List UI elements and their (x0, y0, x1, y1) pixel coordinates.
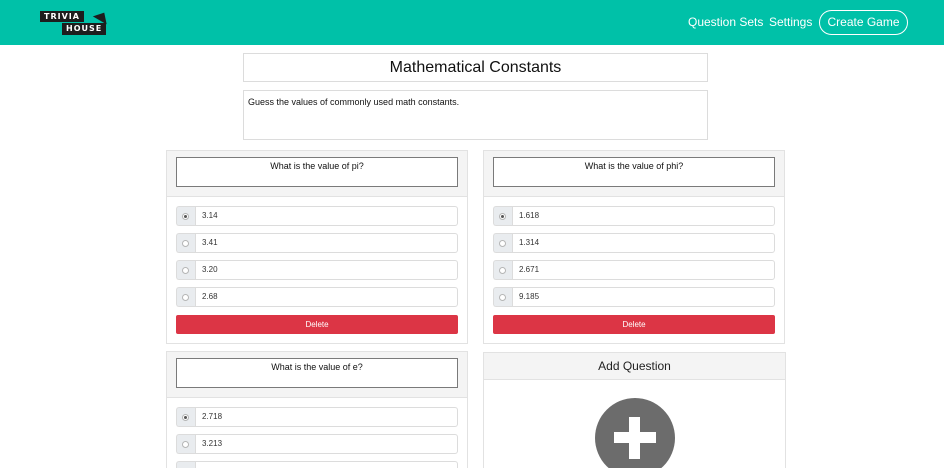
add-question-button[interactable] (595, 398, 675, 468)
radio-unchecked-icon (499, 240, 506, 247)
add-question-card[interactable]: Add Question (483, 352, 786, 468)
answer-option: 2.718 (176, 407, 458, 427)
answer-input[interactable]: 3.41 (195, 233, 458, 253)
answer-option: 9.185 (493, 287, 775, 307)
nav-settings[interactable]: Settings (769, 14, 812, 30)
answer-option: 2.671 (493, 260, 775, 280)
add-question-label: Add Question (484, 353, 785, 380)
answer-input[interactable]: 3.20 (195, 260, 458, 280)
question-card-header: What is the value of pi? (167, 151, 467, 197)
answer-input[interactable]: 1.618 (512, 206, 775, 226)
answer-radio[interactable] (176, 206, 195, 226)
answer-input[interactable]: 3.213 (195, 434, 458, 454)
logo-text-top: TRIVIA (40, 11, 84, 22)
radio-unchecked-icon (499, 294, 506, 301)
answer-radio[interactable] (176, 233, 195, 253)
answer-input[interactable]: 3.14 (195, 206, 458, 226)
answer-option: 3.213 (176, 434, 458, 454)
radio-unchecked-icon (182, 240, 189, 247)
question-card-header: What is the value of e? (167, 352, 467, 398)
answer-radio[interactable] (493, 287, 512, 307)
question-input[interactable]: What is the value of pi? (176, 157, 458, 187)
question-input[interactable]: What is the value of phi? (493, 157, 775, 187)
answer-option: 3.20 (176, 260, 458, 280)
answer-option: 3.41 (176, 233, 458, 253)
answer-radio[interactable] (176, 407, 195, 427)
radio-unchecked-icon (182, 294, 189, 301)
answer-radio[interactable] (176, 434, 195, 454)
radio-checked-icon (182, 414, 189, 421)
set-title-input[interactable]: Mathematical Constants (243, 53, 708, 82)
answer-input[interactable] (195, 461, 458, 468)
question-card: What is the value of pi? 3.14 3.41 3.20 … (166, 150, 468, 344)
answer-radio[interactable] (176, 260, 195, 280)
answer-input[interactable]: 2.671 (512, 260, 775, 280)
answer-option: 3.14 (176, 206, 458, 226)
radio-checked-icon (182, 213, 189, 220)
radio-unchecked-icon (499, 267, 506, 274)
radio-unchecked-icon (182, 441, 189, 448)
answer-option (176, 461, 458, 468)
answer-input[interactable]: 2.68 (195, 287, 458, 307)
question-card: What is the value of phi? 1.618 1.314 2.… (483, 150, 785, 344)
question-card-header: What is the value of phi? (484, 151, 784, 197)
radio-unchecked-icon (182, 267, 189, 274)
delete-question-button[interactable]: Delete (493, 315, 775, 334)
answer-radio[interactable] (176, 461, 195, 468)
answer-input[interactable]: 1.314 (512, 233, 775, 253)
nav-question-sets[interactable]: Question Sets (688, 14, 763, 30)
answer-input[interactable]: 9.185 (512, 287, 775, 307)
answer-option: 2.68 (176, 287, 458, 307)
answer-radio[interactable] (176, 287, 195, 307)
navbar: TRIVIA HOUSE Question Sets Settings Crea… (0, 0, 944, 45)
plus-icon (629, 417, 640, 459)
trivia-house-logo[interactable]: TRIVIA HOUSE (40, 8, 112, 36)
answer-radio[interactable] (493, 260, 512, 280)
answer-input[interactable]: 2.718 (195, 407, 458, 427)
delete-question-button[interactable]: Delete (176, 315, 458, 334)
question-input[interactable]: What is the value of e? (176, 358, 458, 388)
answer-option: 1.314 (493, 233, 775, 253)
set-description-input[interactable]: Guess the values of commonly used math c… (243, 90, 708, 140)
answer-radio[interactable] (493, 233, 512, 253)
question-card: What is the value of e? 2.718 3.213 (166, 351, 468, 468)
answer-radio[interactable] (493, 206, 512, 226)
radio-checked-icon (499, 213, 506, 220)
create-game-button[interactable]: Create Game (819, 10, 908, 35)
answer-option: 1.618 (493, 206, 775, 226)
logo-text-bottom: HOUSE (62, 23, 107, 35)
